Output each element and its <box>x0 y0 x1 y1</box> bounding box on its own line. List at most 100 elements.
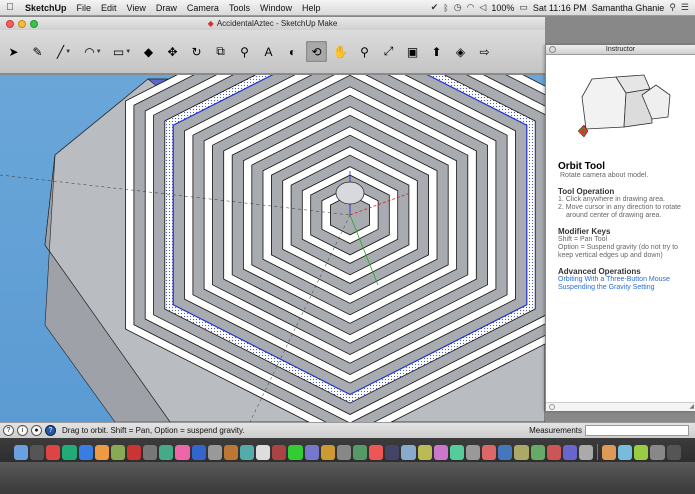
menu-draw[interactable]: Draw <box>151 3 182 13</box>
dock-app-icon[interactable] <box>46 444 61 460</box>
dock-app-icon[interactable] <box>94 444 109 460</box>
dock-app-icon[interactable] <box>14 444 29 460</box>
rotate-tool[interactable]: ↻ <box>186 41 207 62</box>
model-view[interactable] <box>0 75 545 422</box>
dock-app-icon[interactable] <box>449 444 464 460</box>
dock-app-icon[interactable] <box>159 444 174 460</box>
dock-app-icon[interactable] <box>288 444 303 460</box>
move-tool[interactable]: ✥ <box>162 41 183 62</box>
bluetooth-icon[interactable]: ᛒ <box>443 3 448 13</box>
dock-app-icon[interactable] <box>175 444 190 460</box>
dock-app-icon[interactable] <box>352 444 368 460</box>
suspend-gravity-link[interactable]: Suspending the Gravity Setting <box>558 284 687 292</box>
orbit-three-button-link[interactable]: Orbiting With a Three-Button Mouse <box>558 276 687 284</box>
arc-tool[interactable]: ◠ ▼ <box>80 41 106 62</box>
select-tool[interactable]: ➤ <box>3 41 24 62</box>
wifi-icon[interactable]: ◠ <box>467 2 475 13</box>
dock-app-icon[interactable] <box>126 444 142 460</box>
rectangle-tool[interactable]: ▭ ▼ <box>109 41 135 62</box>
zoom-tool[interactable]: ⚲ <box>354 41 375 62</box>
dock-app-icon[interactable] <box>498 444 513 460</box>
search-icon[interactable]: ⚲ <box>669 2 676 13</box>
dock-app-icon[interactable] <box>78 444 93 460</box>
menu-app-name[interactable]: SketchUp <box>20 3 72 13</box>
pencil-tool[interactable]: ╱ ▼ <box>51 41 77 62</box>
warehouse-tool[interactable]: ▣ <box>402 41 423 62</box>
menubar-clock[interactable]: Sat 11:16 PM <box>533 3 587 13</box>
dock-app-icon[interactable] <box>336 444 351 460</box>
dropdown-caret-icon[interactable]: ▼ <box>125 49 131 55</box>
dock-app-icon[interactable] <box>514 444 529 460</box>
dock-app-icon[interactable] <box>272 444 287 460</box>
offset-tool[interactable]: ⧉ <box>210 41 231 62</box>
eraser-tool[interactable]: ✎ <box>27 41 48 62</box>
minimize-button[interactable] <box>18 19 26 28</box>
menu-edit[interactable]: Edit <box>96 3 122 13</box>
extension-warehouse-tool[interactable]: ◈ <box>450 41 471 62</box>
dock-app-icon[interactable] <box>320 444 335 460</box>
menu-help[interactable]: Help <box>297 3 326 13</box>
dock-app-icon[interactable] <box>562 444 577 460</box>
dock-app-icon[interactable] <box>546 444 561 460</box>
geo-location-icon[interactable]: ? <box>3 425 14 436</box>
dock-app-icon[interactable] <box>30 444 45 460</box>
dock-app-icon[interactable] <box>304 444 319 460</box>
text-tool[interactable]: A <box>258 41 279 62</box>
dock-app-icon[interactable] <box>666 444 681 460</box>
dock-app-icon[interactable] <box>256 444 271 460</box>
info-icon[interactable]: i <box>17 425 28 436</box>
instructor-close-button[interactable] <box>549 46 556 53</box>
dock-app-icon[interactable] <box>417 444 432 460</box>
orbit-tool[interactable]: ⟲ <box>306 41 327 62</box>
clock-icon[interactable]: ◷ <box>454 2 462 13</box>
help-icon[interactable]: ? <box>45 425 56 436</box>
zoom-button[interactable] <box>30 19 38 28</box>
battery-icon[interactable]: ▭ <box>519 2 528 13</box>
menubar-user[interactable]: Samantha Ghanie <box>592 3 665 13</box>
dock-app-icon[interactable] <box>110 444 125 460</box>
zoom-extents-tool[interactable]: ⤢ <box>378 41 399 62</box>
dock-app-icon[interactable] <box>239 444 255 460</box>
paint-bucket-tool[interactable]: ◐ <box>282 41 303 62</box>
dock-app-icon[interactable] <box>634 444 649 460</box>
battery-percent[interactable]: 100% <box>491 3 514 13</box>
dock-app-icon[interactable] <box>530 444 545 460</box>
dock-app-icon[interactable] <box>207 444 222 460</box>
dock-app-icon[interactable] <box>143 444 158 460</box>
dock-app-icon[interactable] <box>578 444 594 460</box>
check-icon[interactable]: ✔ <box>431 2 439 13</box>
drawing-area[interactable] <box>0 75 545 422</box>
apple-icon[interactable]:  <box>0 2 20 13</box>
dock-app-icon[interactable] <box>602 444 617 460</box>
dock-app-icon[interactable] <box>650 444 665 460</box>
dock-app-icon[interactable] <box>191 444 206 460</box>
dropdown-caret-icon[interactable]: ▼ <box>96 49 102 55</box>
user-icon[interactable]: ● <box>31 425 42 436</box>
menu-view[interactable]: View <box>122 3 151 13</box>
dock-app-icon[interactable] <box>223 444 238 460</box>
tape-measure-tool[interactable]: ⚲ <box>234 41 255 62</box>
menu-window[interactable]: Window <box>255 3 297 13</box>
measurements-input[interactable] <box>585 425 689 436</box>
dock-app-icon[interactable] <box>465 444 481 460</box>
menu-camera[interactable]: Camera <box>182 3 224 13</box>
resize-grip-icon[interactable]: ◢ <box>689 403 694 410</box>
dropdown-caret-icon[interactable]: ▼ <box>65 49 71 55</box>
menu-tools[interactable]: Tools <box>224 3 255 13</box>
volume-icon[interactable]: ◁ <box>479 2 486 13</box>
dock-app-icon[interactable] <box>618 444 633 460</box>
dock-app-icon[interactable] <box>433 444 448 460</box>
close-button[interactable] <box>6 19 14 28</box>
share-model-tool[interactable]: ⬆ <box>426 41 447 62</box>
list-icon[interactable]: ☰ <box>681 2 689 13</box>
pan-tool[interactable]: ✋ <box>330 41 351 62</box>
send-to-layout-tool[interactable]: ⇨ <box>474 41 495 62</box>
menu-file[interactable]: File <box>72 3 97 13</box>
push-pull-tool[interactable]: ◆ <box>138 41 159 62</box>
dock-app-icon[interactable] <box>482 444 497 460</box>
dock-app-icon[interactable] <box>385 444 400 460</box>
dock-app-icon[interactable] <box>62 444 77 460</box>
dock-app-icon[interactable] <box>369 444 384 460</box>
dock-app-icon[interactable] <box>401 444 416 460</box>
advanced-operations-heading: Advanced Operations <box>558 267 641 276</box>
